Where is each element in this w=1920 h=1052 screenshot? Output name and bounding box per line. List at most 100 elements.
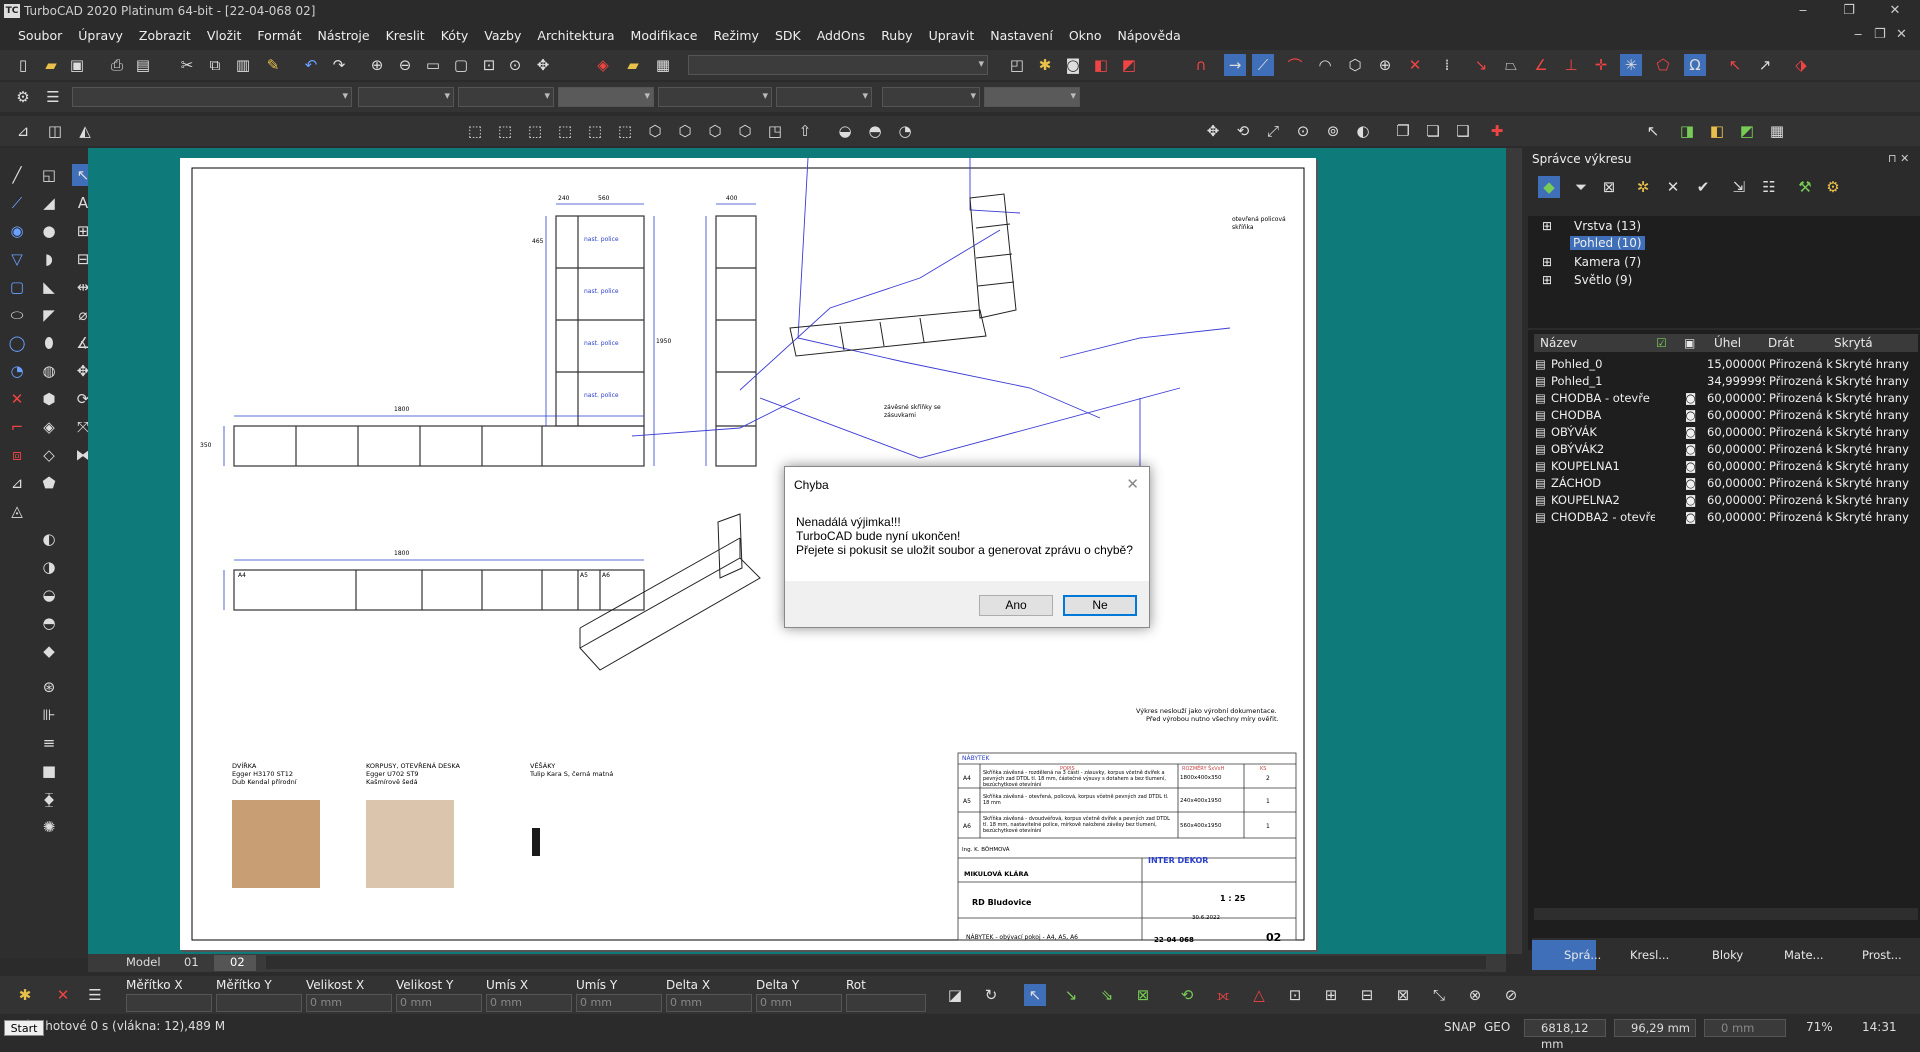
fill-color-select[interactable] xyxy=(558,87,654,107)
manager-list-icon[interactable]: ☷ xyxy=(1758,176,1780,198)
restore-button[interactable]: ❐ xyxy=(1826,0,1872,22)
view-back-icon[interactable]: ⬚ xyxy=(494,120,516,142)
view-top-icon[interactable]: ⬚ xyxy=(584,120,606,142)
inspector-mirror-icon[interactable]: ⟗ xyxy=(1212,984,1234,1006)
inspector-copy-icon[interactable]: ⇘ xyxy=(1096,984,1118,1006)
col-name[interactable]: Název xyxy=(1540,336,1577,350)
field-delta-y[interactable]: 0 mm xyxy=(756,994,842,1012)
view-iso-se-icon[interactable]: ⬡ xyxy=(704,120,726,142)
menu-ruby[interactable]: Ruby xyxy=(873,28,920,43)
menu-nastroje[interactable]: Nástroje xyxy=(309,28,377,43)
col-visible-icon[interactable]: ☑ xyxy=(1656,336,1667,350)
view-tool-icon[interactable]: ◫ xyxy=(44,120,66,142)
zoom-all-icon[interactable]: ⊡ xyxy=(478,54,500,76)
rotate-icon[interactable]: ⟲ xyxy=(1232,120,1254,142)
array-icon[interactable]: ❏ xyxy=(1422,120,1444,142)
field-umis-x[interactable]: 0 mm xyxy=(486,994,572,1012)
menu-zobrazit[interactable]: Zobrazit xyxy=(131,28,199,43)
snap-indicator[interactable]: SNAP xyxy=(1444,1020,1476,1034)
settings-tool-icon[interactable]: ✺ xyxy=(38,816,60,838)
inspector-angle-icon[interactable]: ↻ xyxy=(980,984,1002,1006)
inspector-list-icon[interactable]: ☰ xyxy=(84,984,106,1006)
tree-item-svetlo[interactable]: Světlo (9) xyxy=(1574,273,1632,287)
table-row[interactable]: ▤ OBÝVÁK2 ◙ 60,0000016 Přirozená kostSkryté … xyxy=(1535,441,1919,458)
table-row[interactable]: ▤ Pohled_1 34,9999998 Přirozená kostSkryté … xyxy=(1535,373,1919,390)
manager-layers-icon[interactable]: ◆ xyxy=(1538,176,1560,198)
table-row[interactable]: ▤ KOUPELNA1 ◙ 60,0000016 Přirozená kostSkryt… xyxy=(1535,458,1919,475)
table-row[interactable]: ▤ CHODBA2 - otevře ◙ 60,0000016 Přirozená ko… xyxy=(1535,509,1919,526)
snap-tangent-icon[interactable]: ∠ xyxy=(1530,54,1552,76)
menu-vlozit[interactable]: Vložit xyxy=(199,28,250,43)
tab-02[interactable]: 02 xyxy=(214,955,256,971)
zoom-out-icon[interactable]: ⊖ xyxy=(394,54,416,76)
menu-upravy[interactable]: Úpravy xyxy=(70,28,131,43)
col-lock-icon[interactable]: ▣ xyxy=(1684,336,1695,350)
snap-line-icon[interactable]: ⟋ xyxy=(1252,54,1274,76)
light-icon[interactable]: ✱ xyxy=(1034,54,1056,76)
snap-quadrant-icon[interactable]: ⏢ xyxy=(1500,54,1522,76)
zoom-in-icon[interactable]: ⊕ xyxy=(366,54,388,76)
cross-section-icon[interactable]: ✚ xyxy=(1486,120,1508,142)
save-icon[interactable]: ▣ xyxy=(66,54,88,76)
offset-tool-icon[interactable]: ⧈ xyxy=(6,444,28,466)
field-velikost-y[interactable]: 0 mm xyxy=(396,994,482,1012)
chamfer-tool-icon[interactable]: ⊿ xyxy=(6,472,28,494)
inspector-align-1-icon[interactable]: ⊡ xyxy=(1284,984,1306,1006)
inspector-align-7-icon[interactable]: ⊘ xyxy=(1500,984,1522,1006)
inspector-rotate-icon[interactable]: ⟲ xyxy=(1176,984,1198,1006)
inspector-scale-icon[interactable]: △ xyxy=(1248,984,1270,1006)
orbit-icon[interactable]: ◒ xyxy=(834,120,856,142)
doc-restore-button[interactable]: ❐ xyxy=(1874,24,1886,46)
print-preview-icon[interactable]: ▤ xyxy=(132,54,154,76)
open-folder-icon[interactable]: ▰ xyxy=(40,54,62,76)
field-umis-y[interactable]: 0 mm xyxy=(576,994,662,1012)
menu-addons[interactable]: AddOns xyxy=(809,28,873,43)
slice-tool-icon[interactable]: ◒ xyxy=(38,584,60,606)
sphere-2-tool-icon[interactable]: ⊛ xyxy=(38,676,60,698)
copy-object-icon[interactable]: ❐ xyxy=(1392,120,1414,142)
tab-materialy[interactable]: Mate... xyxy=(1754,940,1830,970)
doc-minimize-button[interactable]: ‒ xyxy=(1854,24,1862,46)
no-button[interactable]: Ne xyxy=(1063,595,1137,616)
print-icon[interactable]: ⎙ xyxy=(106,54,128,76)
inspector-align-4-icon[interactable]: ⊠ xyxy=(1392,984,1414,1006)
erase-tool-icon[interactable]: ◆ xyxy=(38,640,60,662)
properties-gear-icon[interactable]: ⚙ xyxy=(12,86,34,108)
snap-box-icon[interactable]: ⬡ xyxy=(1344,54,1366,76)
vertical-scrollbar[interactable] xyxy=(1506,148,1522,954)
zoom-window-icon[interactable]: ▢ xyxy=(450,54,472,76)
table-row[interactable]: ▤ KOUPELNA2 ◙ 60,0000016 Přirozená kostSkryt… xyxy=(1535,492,1919,509)
manager-new-icon[interactable]: ✲ xyxy=(1632,176,1654,198)
loft-tool-icon[interactable]: ◈ xyxy=(38,416,60,438)
inspector-select-icon[interactable]: ↖ xyxy=(1024,984,1046,1006)
field-delta-x[interactable]: 0 mm xyxy=(666,994,752,1012)
snap-intersection-icon[interactable]: ✕ xyxy=(1404,54,1426,76)
blend-tool-icon[interactable]: ◐ xyxy=(38,528,60,550)
table-row[interactable]: ▤ Pohled_0 15,0000004 Přirozená kostSkryté … xyxy=(1535,356,1919,373)
torus-tool-icon[interactable]: ◍ xyxy=(38,360,60,382)
wedge-tool-icon[interactable]: ◢ xyxy=(38,192,60,214)
menu-architektura[interactable]: Architektura xyxy=(529,28,622,43)
zoom-previous-icon[interactable]: ⊙ xyxy=(504,54,526,76)
snap-all-icon[interactable]: ✳ xyxy=(1620,54,1642,76)
menu-sdk[interactable]: SDK xyxy=(767,28,809,43)
polygon-tool-icon[interactable]: ▽ xyxy=(6,248,28,270)
square-tool-icon[interactable]: ■ xyxy=(38,760,60,782)
yes-button[interactable]: Ano xyxy=(979,595,1053,616)
polyline-tool-icon[interactable]: ⟋ xyxy=(6,192,28,214)
field-rot[interactable] xyxy=(846,994,926,1012)
table-row[interactable]: ▤ ZÁCHOD ◙ 60,0000016 Přirozená kostSkryté h… xyxy=(1535,475,1919,492)
inspector-align-3-icon[interactable]: ⊟ xyxy=(1356,984,1378,1006)
open-layer-icon[interactable]: ▰ xyxy=(622,54,644,76)
select-filter-icon[interactable]: ◩ xyxy=(1736,120,1758,142)
tree-item-vrstva[interactable]: Vrstva (13) xyxy=(1574,219,1641,233)
menu-nastaveni[interactable]: Nastavení xyxy=(982,28,1061,43)
layer-select[interactable] xyxy=(688,55,988,75)
snap-offset-icon[interactable]: ↗ xyxy=(1754,54,1776,76)
local-axes-icon[interactable]: ⊚ xyxy=(1322,120,1344,142)
circle-tool-icon[interactable]: ◉ xyxy=(6,220,28,242)
snap-grid-icon[interactable]: ⁞ xyxy=(1436,54,1458,76)
sweep-tool-icon[interactable]: ◇ xyxy=(38,444,60,466)
view-3d-icon[interactable]: ◳ xyxy=(764,120,786,142)
3d-tool-icon[interactable]: ◬ xyxy=(6,500,28,522)
